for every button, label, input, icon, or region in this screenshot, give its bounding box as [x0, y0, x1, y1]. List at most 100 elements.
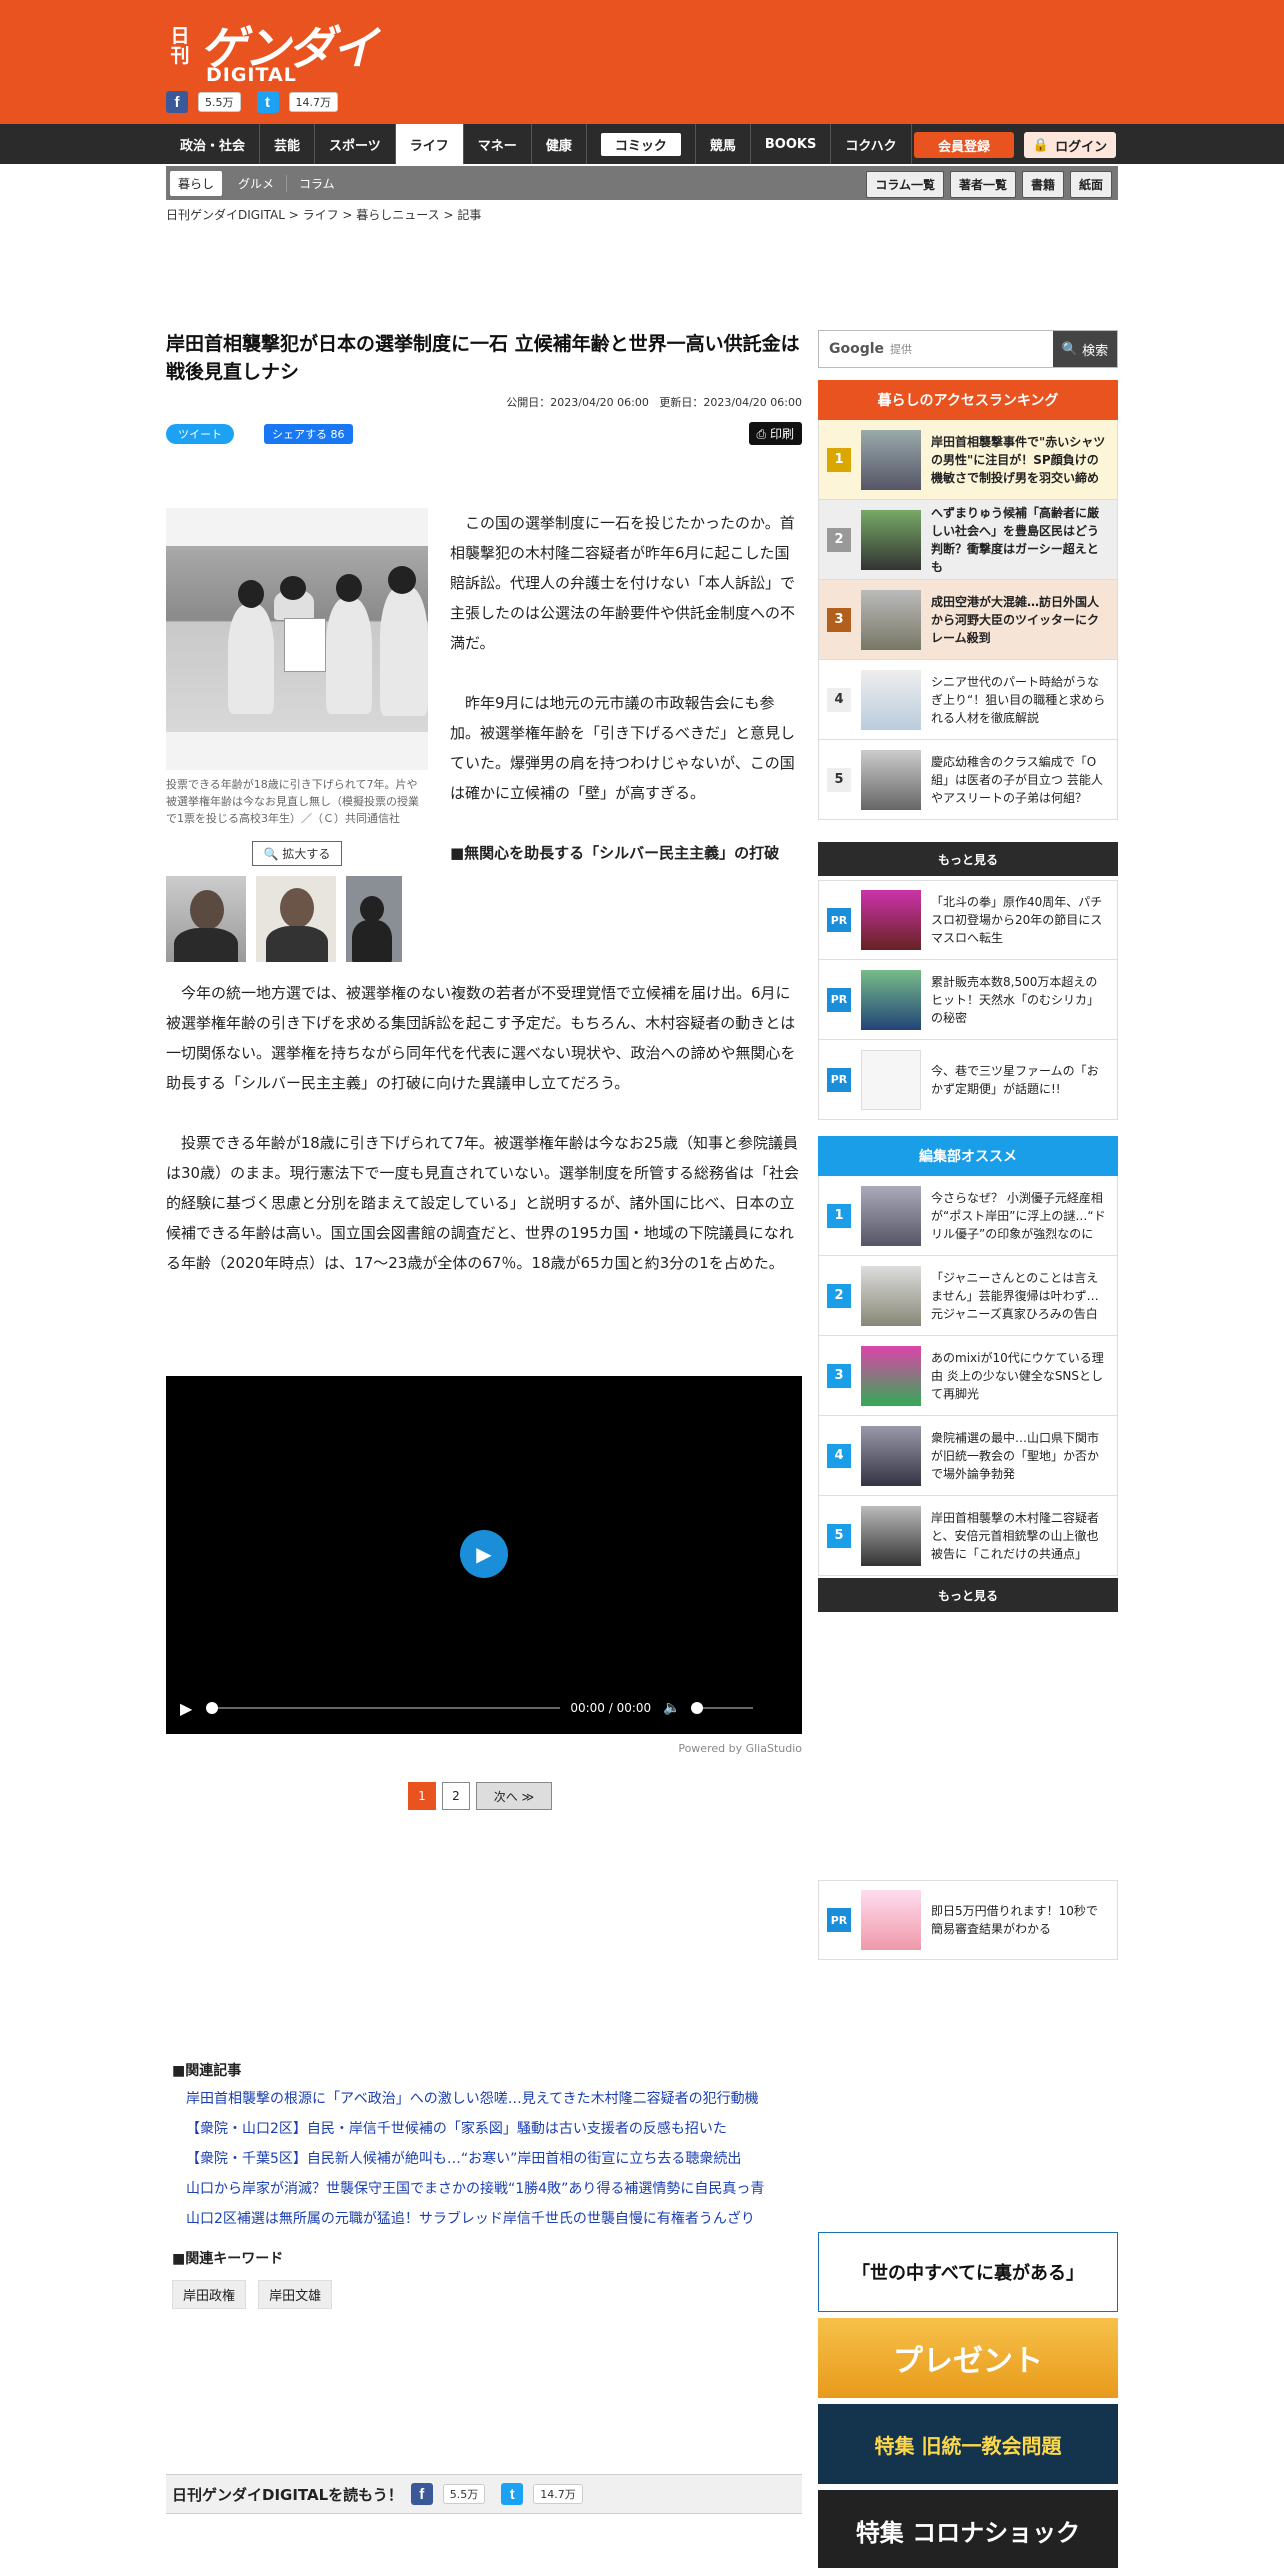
- ranking-more-button[interactable]: もっと見る: [818, 842, 1118, 876]
- mute-icon[interactable]: 🔈: [663, 1700, 680, 1716]
- photo-column: 投票できる年齢が18歳に引き下げられて7年。片や被選挙権年齢は今なお見直し無し（…: [166, 508, 428, 962]
- rank-number: 1: [827, 447, 851, 472]
- ranking-thumb: [861, 589, 921, 650]
- ranking-item[interactable]: 2 へずまりゅう候補「高齢者に厳しい社会へ」を豊島区民はどう判断？衝撃度はガーシー…: [818, 500, 1118, 580]
- banner-present[interactable]: プレゼント: [818, 2318, 1118, 2398]
- pr-panel: PR 「北斗の拳」原作40周年、パチスロ初登場から20年の節目にスマスロへ転生 P…: [818, 880, 1118, 1120]
- nav-politics[interactable]: 政治・社会: [166, 124, 261, 164]
- related-link[interactable]: 【衆院・山口2区】自民・岸信千世候補の「家系図」騒動は古い支援者の反感も招いた: [172, 2116, 802, 2142]
- page-2[interactable]: 2: [442, 1782, 470, 1810]
- facebook-icon[interactable]: f: [166, 91, 188, 113]
- editor-thumb: [861, 1505, 921, 1566]
- article-dates: 公開日：2023/04/20 06:00 更新日：2023/04/20 06:0…: [166, 394, 802, 410]
- tweet-button[interactable]: ツイート: [166, 424, 234, 444]
- ranking-thumb: [861, 509, 921, 570]
- pr-badge: PR: [827, 908, 851, 932]
- related-link[interactable]: 山口2区補選は無所属の元職が猛追！サラブレッド岸信千世氏の世襲自慢に有権者うんざ…: [172, 2206, 802, 2232]
- twitter-count: 14.7万: [533, 2484, 583, 2504]
- breadcrumb[interactable]: 日刊ゲンダイDIGITAL > ライフ > 暮らしニュース > 記事: [166, 206, 481, 223]
- keyword-tag[interactable]: 岸田政権: [172, 2280, 247, 2309]
- keyword-tag[interactable]: 岸田文雄: [258, 2280, 333, 2309]
- search-input[interactable]: Google 提供: [819, 331, 1053, 367]
- banner-corona[interactable]: 特集 コロナショック: [818, 2490, 1118, 2568]
- login-button[interactable]: 🔒 ログイン: [1024, 132, 1116, 158]
- ranking-item[interactable]: 4 シニア世代のパート時給がうなぎ上り“！狙い目の職種と求められる人材を徹底解説: [818, 660, 1118, 740]
- facebook-share-button[interactable]: シェアする 86: [264, 424, 353, 444]
- nav-keiba[interactable]: 競馬: [696, 124, 751, 164]
- zoom-button[interactable]: 🔍 拡大する: [252, 841, 342, 866]
- article-photo[interactable]: [166, 508, 428, 770]
- editor-item[interactable]: 4 衆院補選の最中…山口県下関市が旧統一教会の「聖地」か否かで場外論争勃発: [818, 1416, 1118, 1496]
- pr-thumb: [861, 969, 921, 1030]
- pr-badge: PR: [827, 1908, 851, 1932]
- volume-slider[interactable]: [690, 1702, 753, 1714]
- site-header: 日刊 ゲンダイ DIGITAL f 5.5万 t 14.7万: [0, 0, 1284, 124]
- share-bar: ツイート シェアする 86 ⎙ 印刷: [166, 422, 802, 452]
- related-link[interactable]: 【衆院・千葉5区】自民新人候補が絶叫も…“お寒い”岸田首相の街宣に立ち去る聴衆続…: [172, 2146, 802, 2172]
- article-title: 岸田首相襲撃犯が日本の選挙制度に一石 立候補年齢と世界一高い供託金は戦後見直しナ…: [166, 333, 800, 383]
- play-icon[interactable]: ▶: [460, 1530, 508, 1578]
- thumbnail[interactable]: [166, 876, 246, 962]
- related-link[interactable]: 岸田首相襲撃の根源に「アベ政治」への激しい怨嗟…見えてきた木村隆二容疑者の犯行動…: [172, 2086, 802, 2112]
- pr-text: 即日5万円借りれます！10秒で簡易審査結果がわかる: [931, 1904, 1098, 1936]
- nav-books[interactable]: BOOKS: [751, 124, 832, 164]
- column-list-button[interactable]: コラム一覧: [866, 171, 944, 198]
- editor-text: 衆院補選の最中…山口県下関市が旧統一教会の「聖地」か否かで場外論争勃発: [931, 1430, 1100, 1481]
- author-list-button[interactable]: 著者一覧: [949, 171, 1016, 198]
- pr-text: 累計販売本数8,500万本超えのヒット！天然水「のむシリカ」の秘密: [931, 974, 1100, 1025]
- editor-text: 今さらなぜ？ 小渕優子元経産相が“ポスト岸田”に浮上の謎…“ドリル優子”の印象が…: [931, 1190, 1106, 1241]
- twitter-icon[interactable]: t: [256, 91, 279, 113]
- subnav-kurashi[interactable]: 暮らし: [170, 170, 223, 196]
- published-date: 公開日：2023/04/20 06:00: [506, 396, 649, 409]
- nav-health[interactable]: 健康: [532, 124, 587, 164]
- twitter-icon[interactable]: t: [501, 2483, 524, 2505]
- keyword-heading: ■関連キーワード: [172, 2251, 284, 2267]
- video-progress[interactable]: [206, 1702, 561, 1714]
- banner-seminar[interactable]: 「世の中すべてに裏がある」: [818, 2232, 1118, 2312]
- books-button[interactable]: 書籍: [1021, 171, 1064, 198]
- pr-item[interactable]: PR 「北斗の拳」原作40周年、パチスロ初登場から20年の節目にスマスロへ転生: [818, 880, 1118, 960]
- lock-icon: 🔒: [1032, 137, 1050, 153]
- editor-item[interactable]: 2 「ジャニーさんとのことは言えません」芸能界復帰は叶わず…元ジャニーズ真家ひろみ…: [818, 1256, 1118, 1336]
- zoom-label: 拡大する: [282, 847, 331, 861]
- editor-item[interactable]: 5 岸田首相襲撃の木村隆二容疑者と、安倍元首相銃撃の山上徹也被告に「これだけの共通…: [818, 1496, 1118, 1576]
- nav-entertainment[interactable]: 芸能: [260, 124, 316, 164]
- editor-number: 4: [827, 1443, 851, 1468]
- banner-unification-church[interactable]: 特集 旧統一教会問題: [818, 2404, 1118, 2484]
- facebook-icon[interactable]: f: [410, 2483, 433, 2505]
- nav-comic[interactable]: コミック: [587, 124, 696, 164]
- subnav-gourmet[interactable]: グルメ: [226, 174, 288, 192]
- ranking-item[interactable]: 5 慶応幼稚舎のクラス編成で「O組」は医者の子が目立つ 芸能人やアスリートの子弟は…: [818, 740, 1118, 820]
- pr-item[interactable]: PR 即日5万円借りれます！10秒で簡易審査結果がわかる: [818, 1880, 1118, 1960]
- editor-more-button[interactable]: もっと見る: [818, 1578, 1118, 1612]
- rank-number: 3: [827, 607, 851, 632]
- thumbnail[interactable]: [256, 876, 336, 962]
- editor-item[interactable]: 1 今さらなぜ？ 小渕優子元経産相が“ポスト岸田”に浮上の謎…“ドリル優子”の印象…: [818, 1176, 1118, 1256]
- editor-item[interactable]: 3 あのmixiが10代にウケている理由 炎上の少ない健全なSNSとして再脚光: [818, 1336, 1118, 1416]
- play-button-icon[interactable]: ▶: [180, 1699, 192, 1718]
- video-player[interactable]: ▶ ▶ 00:00 / 00:00 🔈: [166, 1376, 802, 1734]
- video-controls: ▶ 00:00 / 00:00 🔈: [180, 1698, 788, 1718]
- editor-number: 5: [827, 1523, 851, 1548]
- editor-number: 1: [827, 1203, 851, 1228]
- ranking-item[interactable]: 1 岸田首相襲撃事件で"赤いシャツの男性"に注目が！SP顔負けの機敏さで制投げ男を…: [818, 420, 1118, 500]
- next-page-button[interactable]: 次へ ≫: [476, 1782, 552, 1810]
- ranking-item[interactable]: 3 成田空港が大混雑…訪日外国人から河野大臣のツイッターにクレーム殺到: [818, 580, 1118, 660]
- register-button[interactable]: 会員登録: [914, 132, 1014, 158]
- pr-thumb: [861, 890, 921, 950]
- print-button[interactable]: ⎙ 印刷: [748, 422, 802, 445]
- editor-thumb: [861, 1185, 921, 1246]
- nav-kokuhaku[interactable]: コクハク: [831, 124, 912, 164]
- nav-money[interactable]: マネー: [464, 124, 532, 164]
- nav-life[interactable]: ライフ: [395, 124, 464, 164]
- pr-item[interactable]: PR 今、巷で三ツ星ファームの「おかず定期便」が話題に!!: [818, 1040, 1118, 1120]
- subnav-column[interactable]: コラム: [287, 175, 347, 192]
- thumbnail[interactable]: [346, 876, 402, 962]
- related-link[interactable]: 山口から岸家が消滅？世襲保守王国でまさかの接戦“1勝4敗”あり得る補選情勢に自民…: [172, 2176, 802, 2202]
- pr-item[interactable]: PR 累計販売本数8,500万本超えのヒット！天然水「のむシリカ」の秘密: [818, 960, 1118, 1040]
- article-subheading: ■無関心を助長する「シルバー民主主義」の打破: [450, 844, 780, 862]
- nav-sports[interactable]: スポーツ: [315, 124, 396, 164]
- paper-button[interactable]: 紙面: [1069, 171, 1112, 198]
- page-1[interactable]: 1: [408, 1782, 436, 1810]
- search-button[interactable]: 🔍 検索: [1053, 331, 1117, 367]
